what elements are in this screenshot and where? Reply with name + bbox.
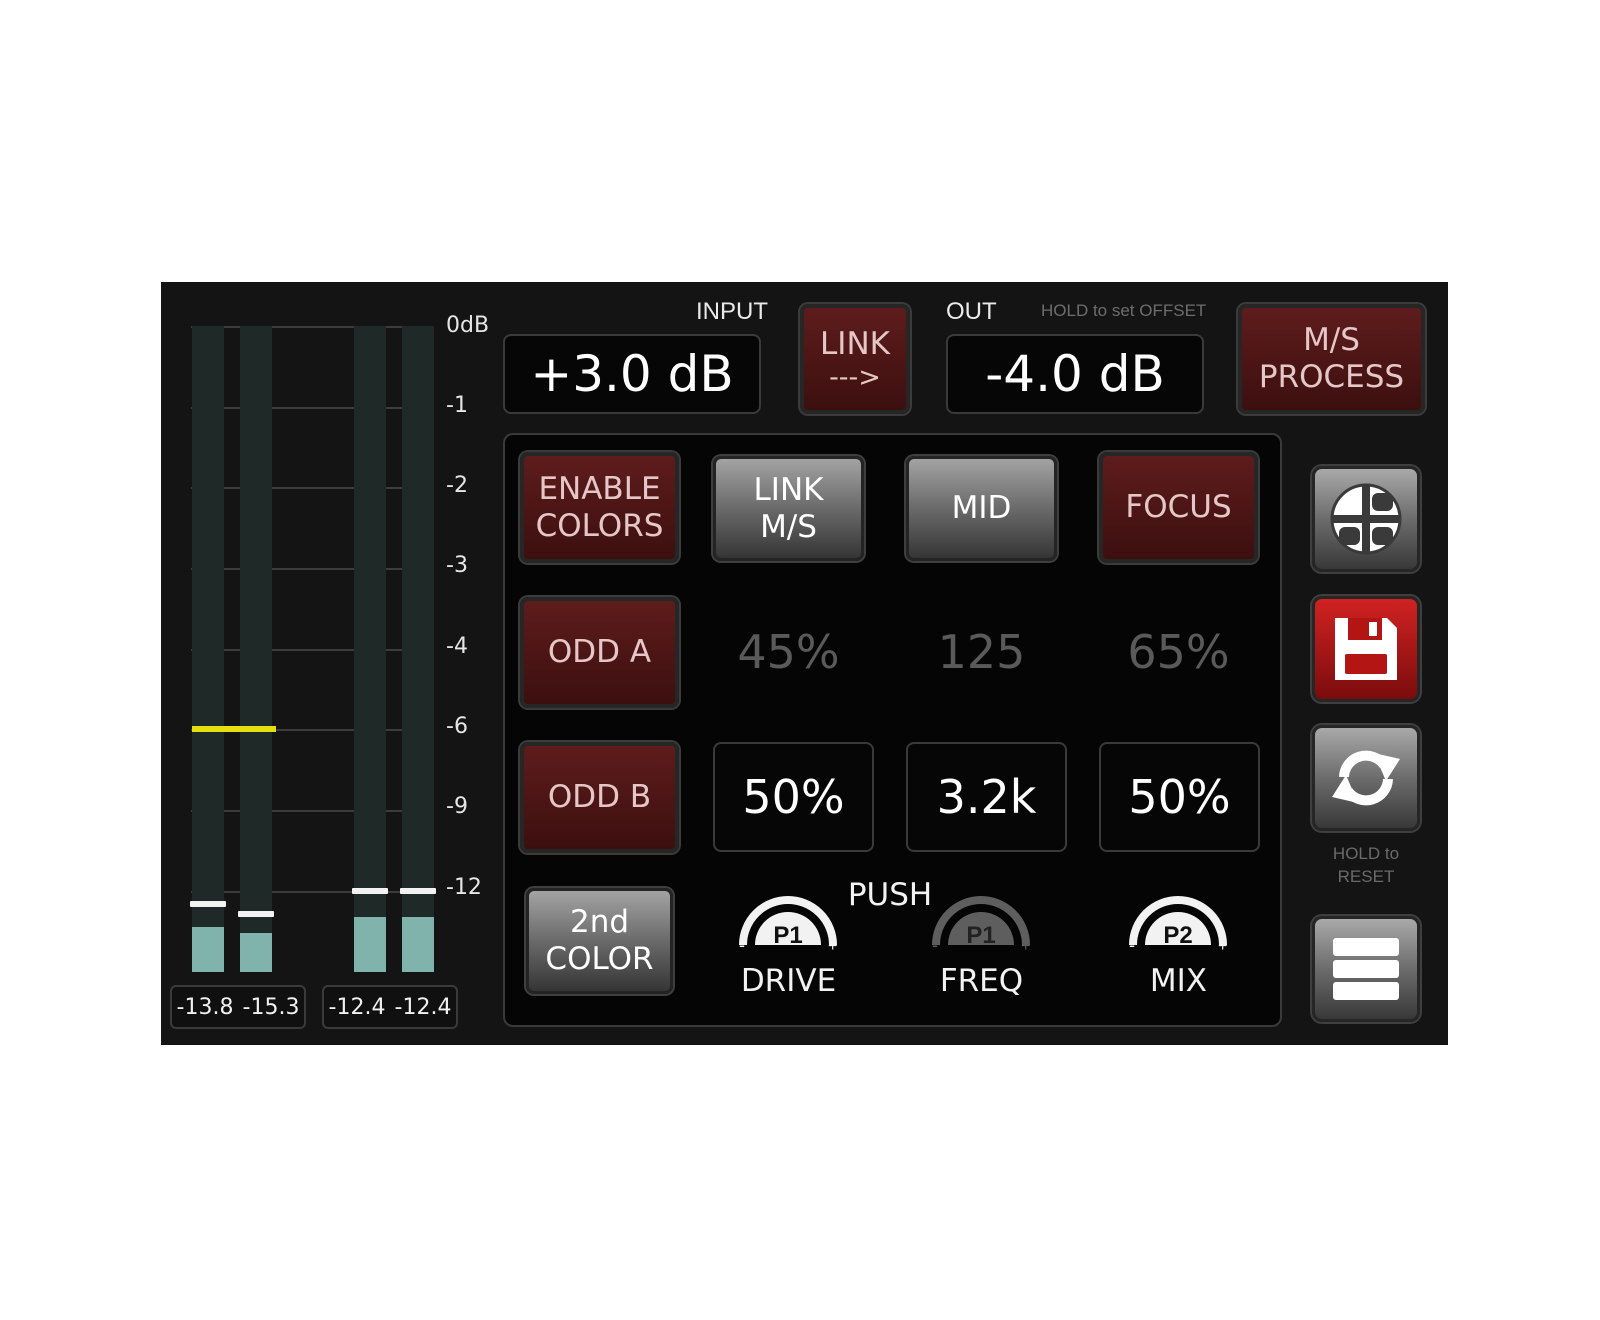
meter-track-3 <box>352 326 388 972</box>
enable-colors-label: COLORS <box>535 507 664 544</box>
knob-minus: - <box>739 935 745 955</box>
quadrant-icon <box>1330 483 1402 555</box>
meter-readout-left: -13.8 -15.3 <box>170 985 306 1029</box>
link-gain-button[interactable]: LINK ---> <box>800 304 910 414</box>
scale-label-0db: 0dB <box>446 313 490 338</box>
scale-label-4: -4 <box>446 634 468 659</box>
enable-colors-label: ENABLE <box>538 470 661 507</box>
odd-a-freq-value: 125 <box>937 625 1026 679</box>
meter-gridline <box>191 407 434 409</box>
scale-label-6: -6 <box>446 714 468 739</box>
meter-gridline <box>191 487 434 489</box>
scale-label-2: -2 <box>446 473 468 498</box>
odd-b-drive-value[interactable]: 50% <box>713 742 874 852</box>
link-gain-arrow: ---> <box>829 361 881 393</box>
meter-peak-marker <box>238 911 274 917</box>
level-meters: 0dB -1 -2 -3 -4 -6 -9 -12 -13.8 -15.3 -1… <box>161 282 501 1045</box>
second-color-label: COLOR <box>545 941 654 977</box>
odd-a-drive-value: 45% <box>737 625 840 679</box>
freq-label: FREQ <box>939 963 1024 999</box>
meter-fill <box>192 927 224 972</box>
readout-value: -13.8 <box>176 994 234 1020</box>
scale-label-3: -3 <box>446 553 468 578</box>
plugin-panel: 0dB -1 -2 -3 -4 -6 -9 -12 -13.8 -15.3 -1… <box>161 282 1448 1045</box>
meter-track-2 <box>238 326 274 972</box>
drive-knob-icon[interactable]: - + P1 <box>733 893 843 957</box>
odd-a-mix-value: 65% <box>1127 625 1230 679</box>
odd-b-freq-value[interactable]: 3.2k <box>906 742 1067 852</box>
meter-peak-marker <box>190 901 226 907</box>
meter-track-4 <box>400 326 436 972</box>
knob-plus: + <box>1218 938 1227 955</box>
offset-hold-line <box>192 726 276 732</box>
meter-gridline <box>191 891 434 893</box>
meter-peak-marker <box>352 888 388 894</box>
push-label: PUSH <box>847 877 933 913</box>
freq-knob-icon[interactable]: - + P1 <box>926 893 1036 957</box>
floppy-disk-icon <box>1335 618 1397 680</box>
knob-minus: - <box>932 935 938 955</box>
knob-tag: P2 <box>1163 922 1192 949</box>
odd-a-button[interactable]: ODD A <box>520 597 679 708</box>
hold-reset-line: RESET <box>1337 867 1395 886</box>
focus-button[interactable]: FOCUS <box>1099 452 1258 563</box>
refresh-icon <box>1332 750 1400 806</box>
scale-label-1: -1 <box>446 393 468 418</box>
offset-hint: HOLD to set OFFSET <box>1041 301 1207 320</box>
hold-to-reset-hint: HOLD to RESET <box>1312 842 1420 888</box>
meter-readout-right: -12.4 -12.4 <box>322 985 458 1029</box>
knob-plus: + <box>828 938 837 955</box>
scale-label-12: -12 <box>446 875 482 900</box>
readout-value: -12.4 <box>328 994 386 1020</box>
readout-value: -12.4 <box>394 994 452 1020</box>
second-color-label: 2nd <box>569 904 630 940</box>
meter-peak-marker <box>400 888 436 894</box>
menu-icon <box>1333 938 1399 1000</box>
reset-button[interactable] <box>1312 725 1420 831</box>
input-gain-display[interactable]: +3.0 dB <box>503 334 761 414</box>
meter-fill <box>402 917 434 972</box>
meter-gridline <box>191 649 434 651</box>
drive-label: DRIVE <box>740 963 837 999</box>
mix-knob-icon[interactable]: - + P2 <box>1123 893 1233 957</box>
link-gain-label: LINK <box>820 325 890 362</box>
knob-plus: + <box>1021 938 1030 955</box>
hold-reset-line: HOLD to <box>1332 844 1400 863</box>
link-ms-label: LINK <box>753 471 824 508</box>
menu-button[interactable] <box>1312 916 1420 1022</box>
ms-process-label: PROCESS <box>1258 359 1405 395</box>
knob-minus: - <box>1129 935 1135 955</box>
knob-tag: P1 <box>966 922 995 949</box>
output-label: OUT <box>946 298 997 325</box>
output-gain-display[interactable]: -4.0 dB <box>946 334 1204 414</box>
input-label: INPUT <box>696 298 768 325</box>
odd-b-mix-value[interactable]: 50% <box>1099 742 1260 852</box>
mix-label: MIX <box>1149 963 1208 999</box>
control-grid: ENABLE COLORS LINK M/S MID FOCUS ODD A 4… <box>503 433 1282 1027</box>
meter-gridline <box>191 326 434 328</box>
odd-b-button[interactable]: ODD B <box>520 742 679 853</box>
scale-label-9: -9 <box>446 794 468 819</box>
second-color-button[interactable]: 2nd COLOR <box>526 888 673 994</box>
enable-colors-button[interactable]: ENABLE COLORS <box>520 452 679 563</box>
meter-gridline <box>191 810 434 812</box>
mid-button[interactable]: MID <box>906 456 1057 561</box>
link-ms-button[interactable]: LINK M/S <box>713 456 864 561</box>
meter-gridline <box>191 568 434 570</box>
ms-process-label: M/S <box>1303 322 1360 358</box>
ms-process-button[interactable]: M/S PROCESS <box>1238 304 1425 414</box>
save-preset-button[interactable] <box>1312 596 1420 702</box>
meter-track-1 <box>190 326 226 972</box>
readout-value: -15.3 <box>242 994 300 1020</box>
knob-tag: P1 <box>773 922 802 949</box>
meter-fill <box>354 917 386 972</box>
meter-fill <box>240 933 272 972</box>
link-ms-label: M/S <box>760 508 817 545</box>
view-toggle-button[interactable] <box>1312 466 1420 572</box>
